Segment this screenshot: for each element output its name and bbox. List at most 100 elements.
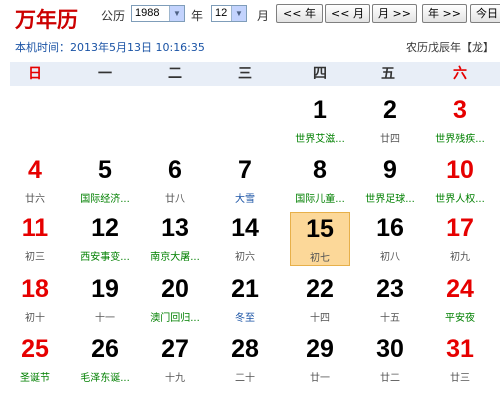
lunar-date: 廿四 (380, 134, 400, 145)
day-cell[interactable]: 27 十九 (145, 333, 205, 387)
day-cell[interactable]: 26 毛泽东诞... (75, 333, 135, 387)
day-cell[interactable]: 3 世界残疾... (430, 94, 490, 148)
day-number: 8 (313, 156, 327, 184)
day-number: 18 (21, 275, 49, 303)
day-cell[interactable]: 25 圣诞节 (5, 333, 65, 387)
month-label: 月 (257, 9, 270, 23)
next-month-button[interactable]: 月 >> (372, 4, 417, 23)
prev-year-button[interactable]: << 年 (276, 4, 323, 23)
chevron-down-icon: ▼ (169, 6, 184, 21)
day-number: 28 (231, 335, 259, 363)
holiday-label: 世界艾滋... (295, 134, 345, 145)
day-number: 21 (231, 275, 259, 303)
today-button[interactable]: 今日 (470, 4, 500, 23)
day-cell[interactable]: 31 廿三 (430, 333, 490, 387)
holiday-label: 世界人权... (435, 194, 485, 205)
lunar-date: 廿八 (165, 194, 185, 205)
day-number: 4 (28, 156, 42, 184)
lunar-date: 十九 (165, 373, 185, 384)
lunar-date: 初七 (310, 253, 330, 264)
holiday-label: 国际经济... (80, 194, 130, 205)
day-number: 24 (446, 275, 474, 303)
day-number: 30 (376, 335, 404, 363)
day-number: 1 (313, 96, 327, 124)
day-cell[interactable]: 4 廿六 (5, 154, 65, 208)
day-number: 25 (21, 335, 49, 363)
day-cell[interactable]: 29 廿一 (290, 333, 350, 387)
day-cell[interactable]: 11 初三 (5, 212, 65, 266)
holiday-label: 南京大屠... (150, 252, 200, 263)
year-value: 1988 (135, 7, 160, 19)
lunar-date: 初八 (380, 252, 400, 263)
holiday-label: 平安夜 (445, 313, 475, 324)
weekday-sat: 六 (453, 66, 467, 82)
year-select[interactable]: 1988 ▼ (131, 5, 185, 22)
day-cell[interactable]: 7 大雪 (215, 154, 275, 208)
day-number: 12 (91, 214, 119, 242)
day-cell[interactable]: 28 二十 (215, 333, 275, 387)
day-cell[interactable]: 12 西安事变... (75, 212, 135, 266)
lunar-date: 廿一 (310, 373, 330, 384)
lunar-date: 廿三 (450, 373, 470, 384)
day-number: 9 (383, 156, 397, 184)
weekday-fri: 五 (381, 66, 395, 82)
day-cell[interactable]: 9 世界足球... (360, 154, 420, 208)
day-cell[interactable]: 13 南京大屠... (145, 212, 205, 266)
day-cell-today[interactable]: 15 初七 (290, 212, 350, 266)
holiday-label: 毛泽东诞... (80, 373, 130, 384)
weekday-mon: 一 (98, 66, 112, 82)
day-cell[interactable]: 19 十一 (75, 273, 135, 327)
day-cell[interactable]: 10 世界人权... (430, 154, 490, 208)
day-cell[interactable]: 16 初八 (360, 212, 420, 266)
day-number: 10 (446, 156, 474, 184)
day-cell[interactable]: 14 初六 (215, 212, 275, 266)
day-number: 16 (376, 214, 404, 242)
day-cell[interactable]: 21 冬至 (215, 273, 275, 327)
day-number: 19 (91, 275, 119, 303)
day-number: 31 (446, 335, 474, 363)
app-title: 万年历 (15, 7, 78, 32)
day-cell[interactable]: 20 澳门回归... (145, 273, 205, 327)
toolbar: 万年历 公历 1988 ▼ 年 12 ▼ 月 << 年 << 月 月 >> 年 … (0, 0, 500, 32)
month-select[interactable]: 12 ▼ (211, 5, 247, 22)
gregorian-label: 公历 (101, 9, 126, 23)
weekday-tue: 二 (168, 66, 182, 82)
lunar-year: 农历戊辰年【龙】 (406, 41, 494, 54)
day-cell[interactable]: 18 初十 (5, 273, 65, 327)
lunar-date: 二十 (235, 373, 255, 384)
lunar-date: 初六 (235, 252, 255, 263)
solar-term: 大雪 (235, 194, 255, 205)
day-cell[interactable]: 6 廿八 (145, 154, 205, 208)
day-cell[interactable]: 30 廿二 (360, 333, 420, 387)
day-number: 22 (306, 275, 334, 303)
holiday-label: 圣诞节 (20, 373, 50, 384)
day-cell[interactable]: 23 十五 (360, 273, 420, 327)
weekday-sun: 日 (28, 66, 42, 82)
day-number: 11 (21, 214, 49, 242)
holiday-label: 西安事变... (80, 252, 130, 263)
day-number: 7 (238, 156, 252, 184)
day-cell[interactable]: 17 初九 (430, 212, 490, 266)
day-cell[interactable]: 22 十四 (290, 273, 350, 327)
local-time: 本机时间：2013年5月13日 10:16:35 (15, 41, 205, 54)
prev-month-button[interactable]: << 月 (325, 4, 370, 23)
day-cell[interactable]: 5 国际经济... (75, 154, 135, 208)
solar-term: 冬至 (235, 313, 255, 324)
day-cell[interactable]: 8 国际儿童... (290, 154, 350, 208)
day-number: 15 (306, 215, 334, 243)
day-cell[interactable]: 2 廿四 (360, 94, 420, 148)
day-number: 13 (161, 214, 189, 242)
day-number: 29 (306, 335, 334, 363)
day-number: 5 (98, 156, 112, 184)
holiday-label: 世界残疾... (435, 134, 485, 145)
day-number: 17 (446, 214, 474, 242)
day-cell[interactable]: 1 世界艾滋... (290, 94, 350, 148)
day-cell[interactable]: 24 平安夜 (430, 273, 490, 327)
lunar-date: 十五 (380, 313, 400, 324)
day-number: 3 (453, 96, 467, 124)
next-year-button[interactable]: 年 >> (422, 4, 467, 23)
lunar-date: 初十 (25, 313, 45, 324)
year-label: 年 (191, 9, 204, 23)
holiday-label: 澳门回归... (150, 313, 200, 324)
lunar-date: 十四 (310, 313, 330, 324)
